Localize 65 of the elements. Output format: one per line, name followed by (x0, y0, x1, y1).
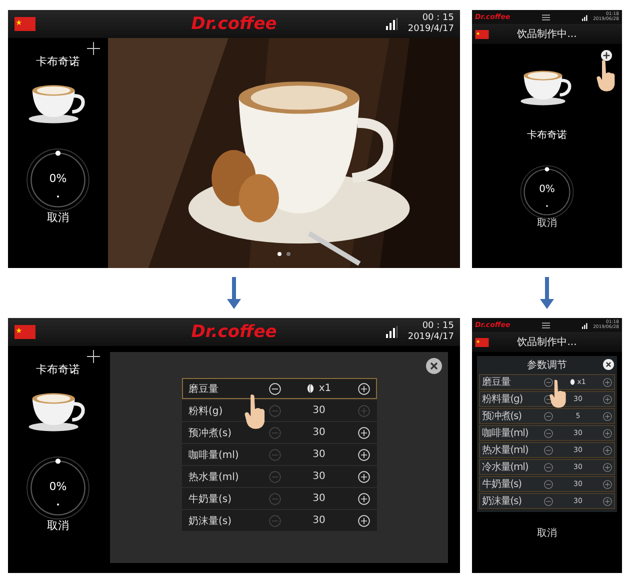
parameter-name: 预冲煮(s) (188, 426, 233, 440)
progress-percent: 0% (539, 184, 555, 197)
parameter-name: 牛奶量(s) (482, 478, 522, 491)
date-text: 2019/4/17 (408, 24, 454, 35)
coffee-bean-icon (306, 384, 314, 393)
cancel-link[interactable]: 取消 (47, 210, 69, 225)
flag-icon (475, 338, 489, 346)
flag-icon (14, 17, 36, 31)
progress-percent: 0% (49, 172, 67, 187)
down-arrow-icon (540, 277, 554, 309)
signal-icon (386, 326, 398, 338)
hand-icon (596, 58, 616, 94)
parameter-name: 奶沫量(s) (188, 514, 233, 528)
parameter-name: 磨豆量 (188, 382, 220, 396)
parameter-name: 咖啡量(ml) (482, 426, 530, 440)
plus-icon[interactable] (601, 50, 612, 61)
parameter-value: 30 (312, 471, 326, 482)
carousel-dot[interactable] (278, 252, 282, 256)
cancel-link[interactable]: 取消 (47, 518, 69, 533)
parameter-name: 热水量(ml) (482, 444, 530, 457)
clock-time: 00 : 15 (422, 13, 454, 24)
signal-icon (582, 14, 590, 20)
parameter-value: 30 (312, 405, 326, 416)
parameter-value: 30 (312, 515, 326, 526)
parameter-name: 预冲煮(s) (482, 410, 522, 423)
progress-ring (25, 147, 91, 213)
progress-percent: 0% (49, 480, 67, 495)
date-text: 2019/4/17 (408, 332, 454, 343)
parameter-value: 30 (312, 493, 326, 504)
panel-title: 参数调节 (527, 358, 567, 372)
parameter-name: 奶沫量(s) (482, 494, 522, 508)
flag-icon (475, 30, 489, 38)
signal-icon (386, 18, 398, 30)
menu-icon[interactable] (542, 14, 550, 20)
parameter-name: 粉料(g) (188, 404, 224, 418)
parameter-name: 冷水量(ml) (482, 460, 530, 474)
parameter-name: 热水量(ml) (188, 470, 240, 484)
parameter-value: x1 (318, 383, 332, 394)
status-text: 饮品制作中... (517, 336, 577, 349)
parameter-value: 30 (312, 449, 326, 460)
clock-time: 00 : 15 (422, 321, 454, 332)
parameter-name: 磨豆量 (482, 376, 512, 389)
status-text: 饮品制作中... (517, 28, 577, 41)
drink-name: 卡布奇诺 (36, 54, 80, 69)
down-arrow-icon (227, 277, 241, 309)
hand-icon (244, 392, 266, 432)
progress-ring (25, 455, 91, 521)
brand-logo: Dr.coffee (191, 322, 277, 342)
drink-name: 卡布奇诺 (527, 128, 567, 142)
hand-icon (549, 378, 567, 410)
flag-icon (14, 325, 36, 339)
parameter-name: 咖啡量(ml) (188, 448, 240, 462)
cancel-link[interactable]: 取消 (537, 216, 557, 230)
close-button[interactable] (426, 358, 442, 374)
menu-icon[interactable] (542, 322, 550, 328)
brand-logo: Dr.coffee (191, 14, 277, 34)
close-button[interactable] (603, 359, 614, 370)
cancel-link[interactable]: 取消 (537, 526, 557, 540)
signal-icon (582, 322, 590, 328)
parameter-name: 牛奶量(s) (188, 492, 233, 506)
parameter-value: 30 (312, 427, 326, 438)
carousel-dot[interactable] (286, 252, 290, 256)
drink-name: 卡布奇诺 (36, 362, 80, 377)
parameter-name: 粉料量(g) (482, 392, 524, 406)
coffee-bean-icon (570, 379, 576, 385)
